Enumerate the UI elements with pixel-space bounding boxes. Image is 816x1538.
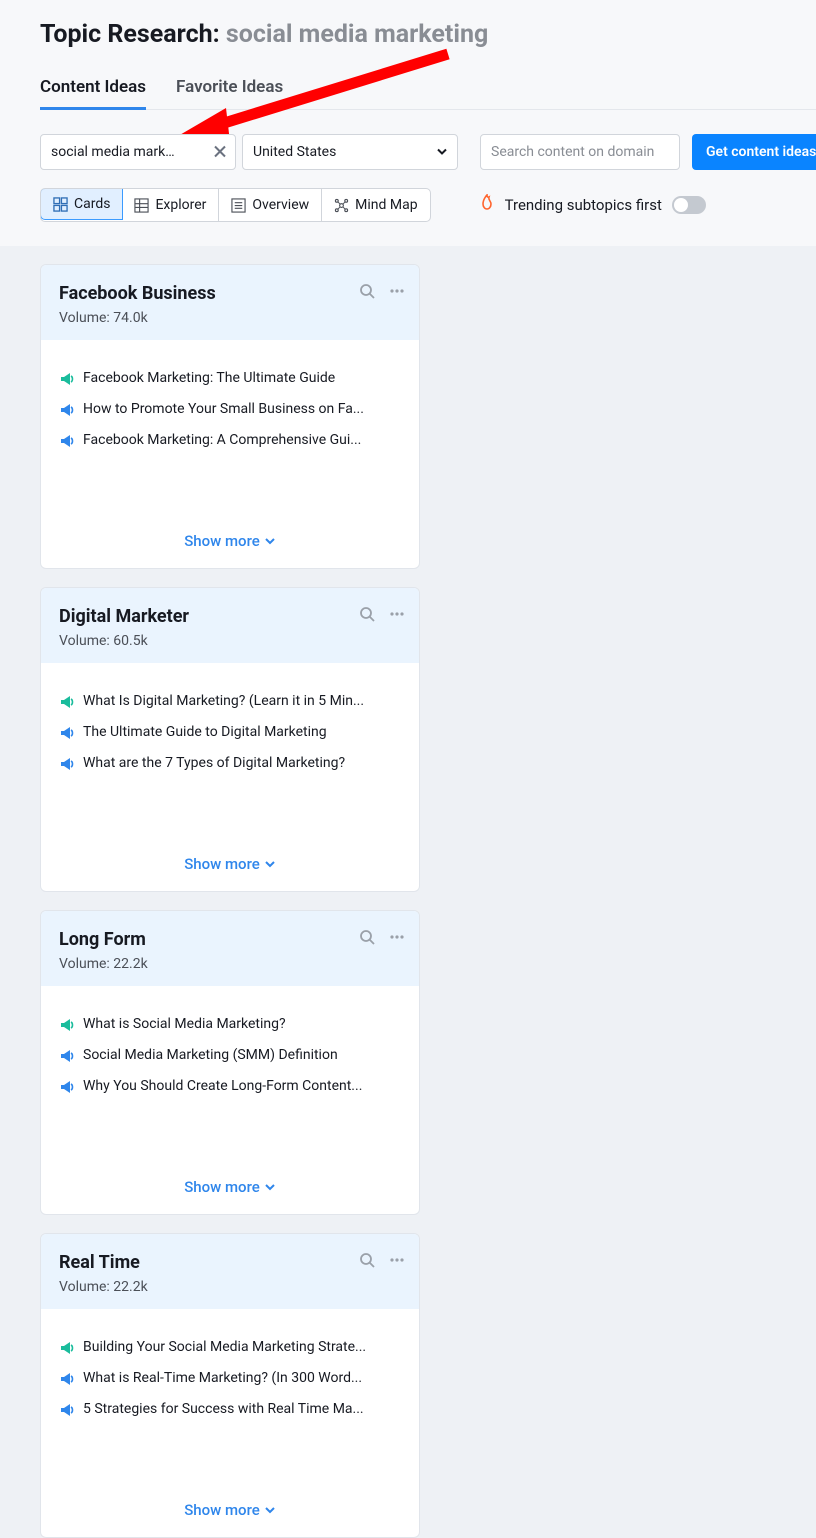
headline-text: Why You Should Create Long-Form Content.… [83, 1078, 362, 1094]
card-more-icon[interactable] [389, 1252, 405, 1272]
mindmap-icon [334, 198, 349, 213]
headline-item[interactable]: What is Social Media Marketing? [59, 1016, 401, 1033]
card-more-icon[interactable] [389, 283, 405, 303]
headline-text: Facebook Marketing: A Comprehensive Gui.… [83, 432, 361, 448]
show-more-button[interactable]: Show more [41, 520, 419, 568]
card-header: Real Time Volume: 22.2k [41, 1234, 419, 1309]
tab-favorite-ideas[interactable]: Favorite Ideas [176, 77, 283, 109]
card-header: Facebook Business Volume: 74.0k [41, 265, 419, 340]
headline-item[interactable]: What Is Digital Marketing? (Learn it in … [59, 693, 401, 710]
headline-text: What is Real-Time Marketing? (In 300 Wor… [83, 1370, 362, 1386]
primary-tabs: Content Ideas Favorite Ideas [40, 77, 816, 110]
keyword-input[interactable] [40, 134, 236, 170]
page-title: Topic Research: social media marketing [40, 20, 816, 49]
headline-item[interactable]: How to Promote Your Small Business on Fa… [59, 401, 401, 418]
show-more-button[interactable]: Show more [41, 1489, 419, 1537]
topic-card: Long Form Volume: 22.2k What is Social Med… [40, 910, 420, 1215]
headline-text: Facebook Marketing: The Ultimate Guide [83, 370, 335, 386]
seg-explorer-label: Explorer [155, 197, 206, 213]
card-body: What Is Digital Marketing? (Learn it in … [41, 663, 419, 843]
card-volume: Volume: 22.2k [59, 1279, 401, 1295]
headline-item[interactable]: Facebook Marketing: The Ultimate Guide [59, 370, 401, 387]
topic-card: Facebook Business Volume: 74.0k Facebook M… [40, 264, 420, 569]
trending-toggle[interactable] [672, 196, 706, 214]
overview-icon [231, 198, 246, 213]
card-more-icon[interactable] [389, 606, 405, 626]
card-body: Facebook Marketing: The Ultimate Guide Ho… [41, 340, 419, 520]
chevron-down-icon [436, 143, 448, 162]
card-title: Long Form [59, 929, 401, 950]
card-header: Digital Marketer Volume: 60.5k [41, 588, 419, 663]
seg-explorer[interactable]: Explorer [122, 189, 219, 221]
headline-text: 5 Strategies for Success with Real Time … [83, 1401, 364, 1417]
title-prefix: Topic Research: [40, 20, 226, 49]
card-volume: Volume: 22.2k [59, 956, 401, 972]
title-topic: social media marketing [226, 20, 488, 49]
card-title: Real Time [59, 1252, 401, 1273]
trending-label: Trending subtopics first [505, 196, 662, 214]
headline-item[interactable]: 5 Strategies for Success with Real Time … [59, 1401, 401, 1418]
headline-text: Building Your Social Media Marketing Str… [83, 1339, 366, 1355]
seg-overview[interactable]: Overview [219, 189, 322, 221]
card-search-icon[interactable] [359, 283, 375, 303]
cards-icon [53, 197, 68, 212]
card-header: Long Form Volume: 22.2k [41, 911, 419, 986]
explorer-icon [134, 198, 149, 213]
headline-item[interactable]: The Ultimate Guide to Digital Marketing [59, 724, 401, 741]
headline-text: How to Promote Your Small Business on Fa… [83, 401, 364, 417]
seg-mindmap-label: Mind Map [355, 197, 417, 213]
headline-text: What are the 7 Types of Digital Marketin… [83, 755, 345, 771]
tab-content-ideas[interactable]: Content Ideas [40, 77, 146, 109]
headline-item[interactable]: Social Media Marketing (SMM) Definition [59, 1047, 401, 1064]
card-body: What is Social Media Marketing? Social Me… [41, 986, 419, 1166]
headline-item[interactable]: What are the 7 Types of Digital Marketin… [59, 755, 401, 772]
cards-area: Facebook Business Volume: 74.0k Facebook M… [0, 246, 816, 1538]
headline-item[interactable]: What is Real-Time Marketing? (In 300 Wor… [59, 1370, 401, 1387]
trending-toggle-wrap: Trending subtopics first [479, 194, 706, 216]
topic-card: Real Time Volume: 22.2k Building Your Soci… [40, 1233, 420, 1538]
card-volume: Volume: 74.0k [59, 310, 401, 326]
get-content-ideas-button[interactable]: Get content ideas [692, 134, 816, 170]
card-title: Facebook Business [59, 283, 401, 304]
topic-card: Digital Marketer Volume: 60.5k What Is Dig… [40, 587, 420, 892]
seg-overview-label: Overview [252, 197, 309, 213]
flame-icon [479, 194, 495, 216]
card-more-icon[interactable] [389, 929, 405, 949]
clear-keyword-icon[interactable] [214, 143, 226, 162]
seg-mindmap[interactable]: Mind Map [322, 189, 429, 221]
card-title: Digital Marketer [59, 606, 401, 627]
controls-row: United States Get content ideas [40, 134, 816, 170]
card-body: Building Your Social Media Marketing Str… [41, 1309, 419, 1489]
card-search-icon[interactable] [359, 929, 375, 949]
card-search-icon[interactable] [359, 1252, 375, 1272]
seg-cards-label: Cards [74, 196, 110, 212]
headline-item[interactable]: Building Your Social Media Marketing Str… [59, 1339, 401, 1356]
seg-cards[interactable]: Cards [40, 188, 123, 220]
show-more-button[interactable]: Show more [41, 1166, 419, 1214]
country-value: United States [253, 144, 336, 160]
headline-item[interactable]: Facebook Marketing: A Comprehensive Gui.… [59, 432, 401, 449]
headline-text: What is Social Media Marketing? [83, 1016, 286, 1032]
domain-search-input[interactable] [480, 134, 680, 170]
headline-text: Social Media Marketing (SMM) Definition [83, 1047, 338, 1063]
headline-text: What Is Digital Marketing? (Learn it in … [83, 693, 364, 709]
headline-item[interactable]: Why You Should Create Long-Form Content.… [59, 1078, 401, 1095]
cards-grid: Facebook Business Volume: 74.0k Facebook M… [40, 264, 816, 1538]
view-row: Cards Explorer Overview Mind Map Trendin… [40, 188, 816, 222]
keyword-input-wrap [40, 134, 236, 170]
card-volume: Volume: 60.5k [59, 633, 401, 649]
show-more-button[interactable]: Show more [41, 843, 419, 891]
view-segmented: Cards Explorer Overview Mind Map [40, 188, 431, 222]
card-search-icon[interactable] [359, 606, 375, 626]
country-select-wrap: United States [242, 134, 458, 170]
country-select[interactable]: United States [242, 134, 458, 170]
headline-text: The Ultimate Guide to Digital Marketing [83, 724, 327, 740]
